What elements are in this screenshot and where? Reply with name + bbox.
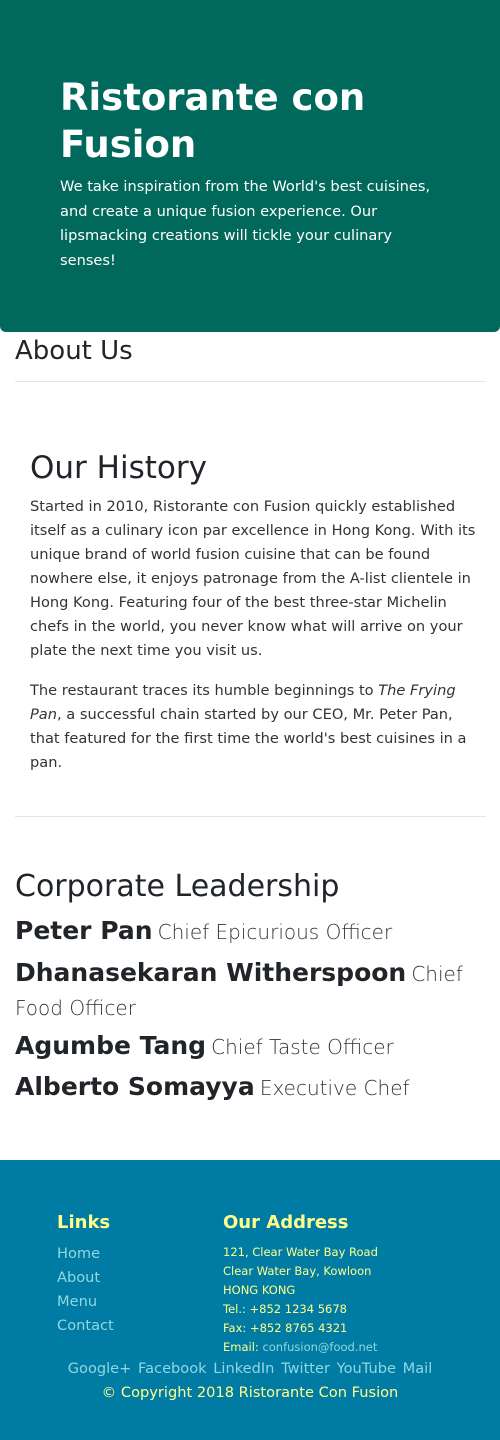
social-links: Google+ Facebook LinkedIn Twitter YouTub… xyxy=(0,1357,500,1381)
history-paragraph-2: The restaurant traces its humble beginni… xyxy=(30,679,480,775)
history-heading: Our History xyxy=(30,450,207,486)
footer-link-item: Home xyxy=(57,1242,114,1266)
social-twitter-link[interactable]: Twitter xyxy=(281,1360,330,1377)
leader-role: Chief Epicurious Officer xyxy=(157,920,393,944)
address-tel: Tel.: +852 1234 5678 xyxy=(223,1302,347,1316)
leader-name: Dhanasekaran Witherspoon xyxy=(15,958,407,987)
footer-link-about[interactable]: About xyxy=(57,1269,100,1286)
history-text-before: The restaurant traces its humble beginni… xyxy=(30,682,379,699)
footer-links-heading: Links xyxy=(57,1212,111,1233)
copyright: © Copyright 2018 Ristorante Con Fusion xyxy=(101,1384,399,1401)
social-youtube-link[interactable]: YouTube xyxy=(337,1360,396,1377)
leader-name: Agumbe Tang xyxy=(15,1031,207,1060)
divider xyxy=(15,816,486,817)
address-fax: Fax: +852 8765 4321 xyxy=(223,1321,348,1335)
social-mail-link[interactable]: Mail xyxy=(403,1360,433,1377)
social-google-plus-link[interactable]: Google+ xyxy=(68,1360,132,1377)
footer-link-item: Menu xyxy=(57,1290,114,1314)
leader-role: Chief Taste Officer xyxy=(211,1035,394,1059)
footer-address-heading: Our Address xyxy=(223,1212,349,1233)
leader-name: Alberto Somayya xyxy=(15,1072,255,1101)
divider xyxy=(15,381,486,382)
footer-link-home[interactable]: Home xyxy=(57,1245,100,1262)
leadership-heading: Corporate Leadership xyxy=(15,869,340,904)
address-line: Clear Water Bay, Kowloon xyxy=(223,1264,372,1278)
leader-item: Alberto Somayya Executive Chef xyxy=(15,1070,490,1106)
leader-item: Agumbe Tang Chief Taste Officer xyxy=(15,1029,490,1065)
address-line: HONG KONG xyxy=(223,1283,296,1297)
email-link[interactable]: confusion@food.net xyxy=(262,1340,377,1354)
footer-link-item: Contact xyxy=(57,1314,114,1338)
address-line: 121, Clear Water Bay Road xyxy=(223,1245,378,1259)
footer-address: 121, Clear Water Bay Road Clear Water Ba… xyxy=(223,1243,483,1357)
footer-link-menu[interactable]: Menu xyxy=(57,1293,97,1310)
jumbotron: Ristorante con Fusion We take inspiratio… xyxy=(0,0,500,332)
footer-links-list: Home About Menu Contact xyxy=(57,1242,114,1338)
leader-role: Executive Chef xyxy=(259,1076,410,1100)
restaurant-tagline: We take inspiration from the World's bes… xyxy=(60,178,431,269)
social-facebook-link[interactable]: Facebook xyxy=(138,1360,207,1377)
leader-item: Peter Pan Chief Epicurious Officer xyxy=(15,914,490,950)
leader-name: Peter Pan xyxy=(15,916,153,945)
address-email-row: Email: confusion@food.net xyxy=(223,1338,483,1357)
email-label: Email: xyxy=(223,1340,263,1354)
history-paragraph-1: Started in 2010, Ristorante con Fusion q… xyxy=(30,498,476,659)
social-linkedin-link[interactable]: LinkedIn xyxy=(213,1360,274,1377)
leader-item: Dhanasekaran Witherspoon Chief Food Offi… xyxy=(15,956,490,1026)
footer-link-contact[interactable]: Contact xyxy=(57,1317,114,1334)
footer-link-item: About xyxy=(57,1266,114,1290)
restaurant-title: Ristorante con Fusion xyxy=(60,76,366,166)
page-title: About Us xyxy=(15,336,133,366)
history-text-after: , a successful chain started by our CEO,… xyxy=(30,706,467,771)
